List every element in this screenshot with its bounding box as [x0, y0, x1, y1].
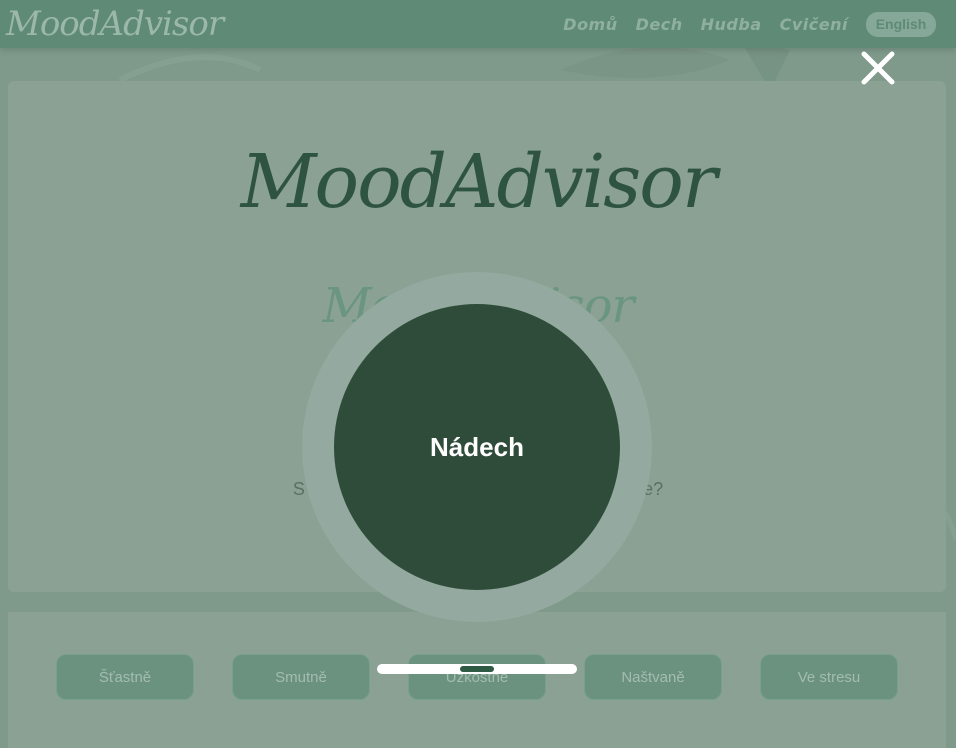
mood-button-angry[interactable]: Naštvaně [584, 654, 722, 700]
nav-links: Domů Dech Hudba Cvičení English [563, 0, 936, 48]
language-button[interactable]: English [866, 11, 936, 37]
hero-title: MoodAdvisor [240, 139, 717, 225]
mood-button-stressed[interactable]: Ve stresu [760, 654, 898, 700]
breathing-phase-label: Nádech [334, 304, 620, 590]
mood-button-anxious[interactable]: Úzkostně [408, 654, 546, 700]
mood-button-sad[interactable]: Smutně [232, 654, 370, 700]
nav-link-music[interactable]: Hudba [701, 15, 762, 34]
close-button[interactable] [858, 48, 898, 88]
breathing-phase-text: Nádech [430, 431, 524, 462]
nav-link-breath[interactable]: Dech [636, 15, 683, 34]
nav-link-home[interactable]: Domů [563, 15, 617, 34]
close-icon [861, 51, 895, 85]
top-navbar: MoodAdvisor Domů Dech Hudba Cvičení Engl… [0, 0, 956, 48]
breathing-progress-indicator [460, 666, 494, 672]
nav-logo[interactable]: MoodAdvisor [6, 0, 224, 48]
nav-link-exercise[interactable]: Cvičení [780, 15, 848, 34]
mood-button-happy[interactable]: Šťastně [56, 654, 194, 700]
